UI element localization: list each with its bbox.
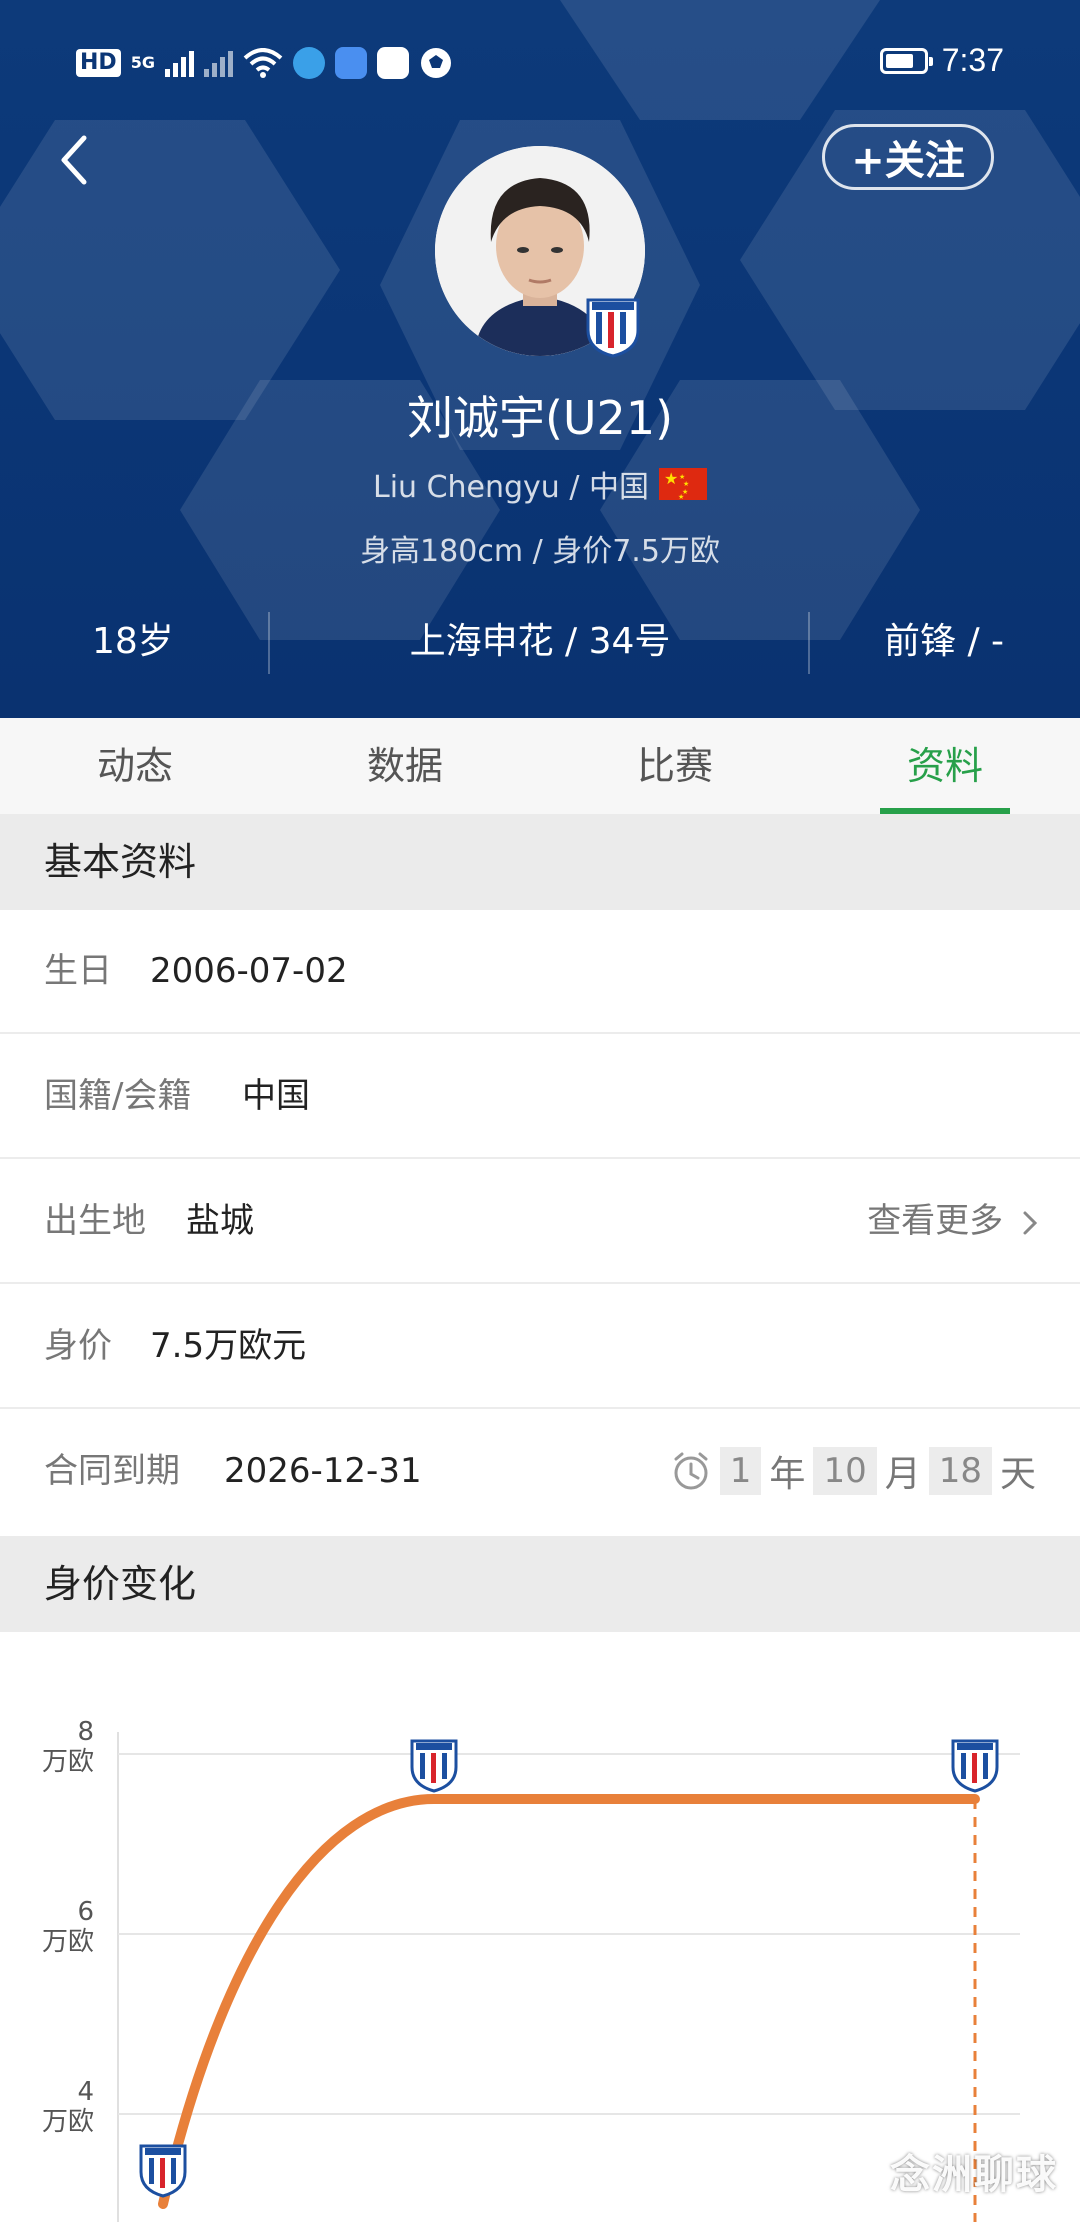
y-tick-label: 4 — [77, 2077, 94, 2107]
market-value-chart-area: 8 万欧 6 万欧 4 万欧 念洲聊球 — [0, 1632, 1080, 2222]
row-label: 出生地 — [44, 1201, 146, 1241]
row-value: 2026-12-31 — [224, 1451, 422, 1491]
5g-indicator: 5G — [130, 53, 155, 72]
status-icons-right: 7:37 — [879, 42, 1004, 79]
player-subtitle: Liu Chengyu / 中国 — [372, 470, 650, 505]
alarm-clock-icon — [674, 1452, 708, 1490]
countdown-days-unit: 天 — [999, 1454, 1036, 1495]
series-line — [158, 1794, 980, 2209]
club-badge-icon — [410, 1739, 458, 1793]
back-button[interactable] — [52, 130, 96, 190]
hd-indicator: HD — [76, 49, 121, 77]
tab-stats[interactable]: 数据 — [305, 718, 505, 814]
y-tick-label: 6 — [77, 1897, 94, 1927]
club-badge-icon — [951, 1739, 999, 1793]
info-row-birthplace[interactable]: 出生地 盐城 查看更多 — [0, 1160, 1080, 1284]
battery-icon — [879, 47, 933, 74]
follow-button[interactable]: +关注 — [822, 124, 994, 190]
section-title: 基本资料 — [44, 840, 197, 884]
battery-level — [885, 53, 913, 68]
countdown-years: 1 — [719, 1447, 762, 1495]
countdown-months-unit: 月 — [884, 1454, 921, 1495]
countdown-days: 18 — [928, 1447, 992, 1495]
divider — [808, 612, 810, 674]
player-header: HD 5G 7:37 +关注 刘诚宇(U21) Liu Chengyu / 中国… — [0, 0, 1080, 718]
status-bar: HD 5G 7:37 — [0, 40, 1080, 90]
wifi-icon — [243, 48, 283, 78]
signal-2-icon — [203, 49, 233, 77]
player-name: 刘诚宇(U21) — [406, 391, 674, 445]
info-row-contract: 合同到期 2026-12-31 1 年 10 月 18 天 — [0, 1410, 1080, 1534]
market-value-chart: 8万欧6万欧4万欧 — [42, 1717, 1020, 2222]
y-tick-unit: 万欧 — [42, 1747, 94, 1777]
club-badge-icon — [586, 298, 640, 358]
player-stats-row: 18岁 上海申花 / 34号 前锋 / - — [0, 612, 1080, 674]
app-notification-icon — [376, 47, 409, 79]
app-notification-icon — [292, 47, 325, 79]
app-notification-icon — [334, 47, 367, 79]
status-icons-left: HD 5G — [76, 46, 453, 80]
china-flag-icon: ★ ★ ★ ★ ★ — [659, 468, 708, 501]
tab-bar: 动态 数据 比赛 资料 — [0, 718, 1080, 814]
row-label: 国籍/会籍 — [44, 1076, 192, 1116]
tab-profile[interactable]: 资料 — [845, 718, 1045, 814]
row-label: 生日 — [44, 951, 112, 991]
signal-icon — [164, 49, 194, 77]
row-value: 7.5万欧元 — [150, 1326, 307, 1366]
info-row-birthday: 生日 2006-07-02 — [0, 910, 1080, 1034]
tab-news[interactable]: 动态 — [35, 718, 235, 814]
info-row-value: 身价 7.5万欧元 — [0, 1285, 1080, 1409]
contract-countdown: 1 年 10 月 18 天 — [670, 1440, 1036, 1502]
y-tick-label: 8 — [77, 1717, 94, 1747]
player-subtitle-line: Liu Chengyu / 中国 ★ ★ ★ ★ ★ — [0, 462, 1080, 506]
player-position: 前锋 / - — [884, 621, 1005, 662]
player-meta: 身高180cm / 身价7.5万欧 — [360, 534, 720, 569]
club-badge-icon — [139, 2144, 187, 2198]
row-value: 中国 — [242, 1076, 310, 1116]
row-value: 2006-07-02 — [150, 951, 348, 991]
chevron-left-icon — [61, 135, 87, 185]
tab-matches[interactable]: 比赛 — [575, 718, 775, 814]
clock: 7:37 — [941, 42, 1004, 78]
info-row-nationality: 国籍/会籍 中国 — [0, 1035, 1080, 1159]
countdown-years-unit: 年 — [769, 1454, 806, 1495]
football-icon — [420, 48, 451, 78]
basic-info-header: 基本资料 — [0, 814, 1080, 910]
row-label: 身价 — [44, 1326, 112, 1366]
view-more-label: 查看更多 — [867, 1201, 1004, 1241]
y-tick-unit: 万欧 — [42, 1927, 94, 1957]
market-value-header: 身价变化 — [0, 1536, 1080, 1632]
countdown-months: 10 — [813, 1447, 877, 1495]
chevron-right-icon — [1023, 1211, 1038, 1234]
background-hexagon — [0, 120, 340, 420]
section-title: 身价变化 — [44, 1562, 197, 1606]
row-label: 合同到期 — [44, 1451, 180, 1491]
y-tick-unit: 万欧 — [42, 2107, 94, 2137]
watermark: 念洲聊球 — [890, 2152, 1058, 2198]
row-value: 盐城 — [186, 1201, 254, 1241]
view-more-link[interactable]: 查看更多 — [867, 1160, 1040, 1282]
